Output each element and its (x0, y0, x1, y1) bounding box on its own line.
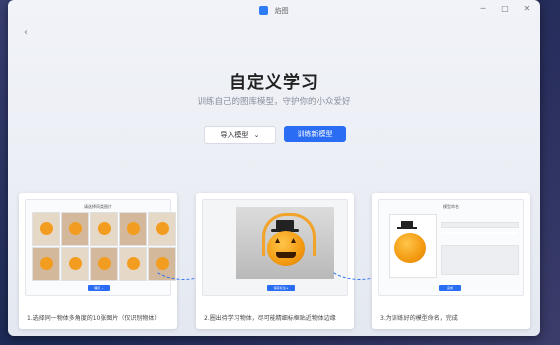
thumb-image (119, 247, 147, 281)
hat-brim (397, 227, 417, 229)
close-icon[interactable]: ✕ (520, 4, 534, 13)
minimize-icon[interactable]: ─ (476, 4, 490, 13)
page-subtitle: 训练自己的图库模型，守护你的小众爱好 (197, 97, 351, 107)
app-logo-icon (259, 5, 269, 15)
thumb-image (90, 247, 118, 281)
form-label (441, 232, 517, 234)
step-1-mini-title: 请选择同类图片 (84, 204, 112, 209)
pumpkin-image (98, 257, 111, 270)
step-3-caption: 3.为训练好的模型命名，完成 (380, 315, 458, 322)
step-2-preview: 保存标注 ▸ (202, 199, 348, 296)
pumpkin-image (394, 233, 426, 263)
step-3-mini-title: 模型命名 (443, 204, 459, 209)
step-1-caption: 1.选择同一物体多角度的10张图片（仅识别物体） (27, 315, 161, 322)
thumb-image (119, 212, 147, 246)
thumb-image (61, 247, 89, 281)
hat (276, 220, 294, 230)
model-name-field (441, 222, 519, 228)
pumpkin-eye (275, 238, 280, 243)
step-1-confirm-button: 确定 ⌄ (88, 285, 110, 291)
pumpkin-mouth (276, 252, 296, 258)
step-2-caption: 2.圈出待学习物体，尽可能精细标框贴近物体边缘 (204, 315, 336, 322)
named-model-thumbnail (389, 214, 437, 278)
thumb-image (90, 212, 118, 246)
step-3-done-button: 完成 (439, 285, 461, 291)
thumb-image (32, 247, 60, 281)
model-description-field (441, 245, 519, 275)
step-card-3: 模型命名 完成 3.为训练好的模型命名，完成 (372, 193, 530, 329)
pumpkin-image (69, 257, 82, 270)
thumb-image (32, 212, 60, 246)
import-model-button[interactable]: 导入模型 ⌄ (204, 126, 276, 144)
maximize-icon[interactable]: □ (498, 4, 512, 13)
train-new-model-button[interactable]: 训练新模型 (284, 126, 346, 142)
page-title: 自定义学习 (229, 73, 319, 93)
chevron-down-icon: ⌄ (253, 131, 260, 139)
pumpkin-image (98, 222, 111, 235)
pumpkin-image (267, 231, 305, 266)
step-1-preview: 请选择同类图片 确定 ⌄ (25, 199, 176, 296)
step-2-save-button: 保存标注 ▸ (267, 285, 295, 291)
app-title: 焰图 (8, 5, 540, 16)
pumpkin-image (127, 257, 140, 270)
pumpkin-image (69, 222, 82, 235)
step-3-preview: 模型命名 完成 (378, 199, 524, 296)
pumpkin-image (40, 257, 53, 270)
pumpkin-image (156, 222, 169, 235)
pumpkin-image (40, 222, 53, 235)
thumb-image (61, 212, 89, 246)
back-arrow-icon[interactable]: ‹ (24, 27, 28, 38)
pumpkin-eye (291, 238, 296, 243)
app-title-text: 焰图 (274, 7, 289, 15)
title-bar: 焰图 ─ □ ✕ (8, 0, 540, 22)
pumpkin-photo (236, 207, 334, 279)
pumpkin-image (127, 222, 140, 235)
app-window: 焰图 ─ □ ✕ ‹ 自定义学习 训练自己的图库模型，守护你的小众爱好 导入模型… (8, 0, 540, 336)
import-model-label: 导入模型 (220, 131, 249, 139)
